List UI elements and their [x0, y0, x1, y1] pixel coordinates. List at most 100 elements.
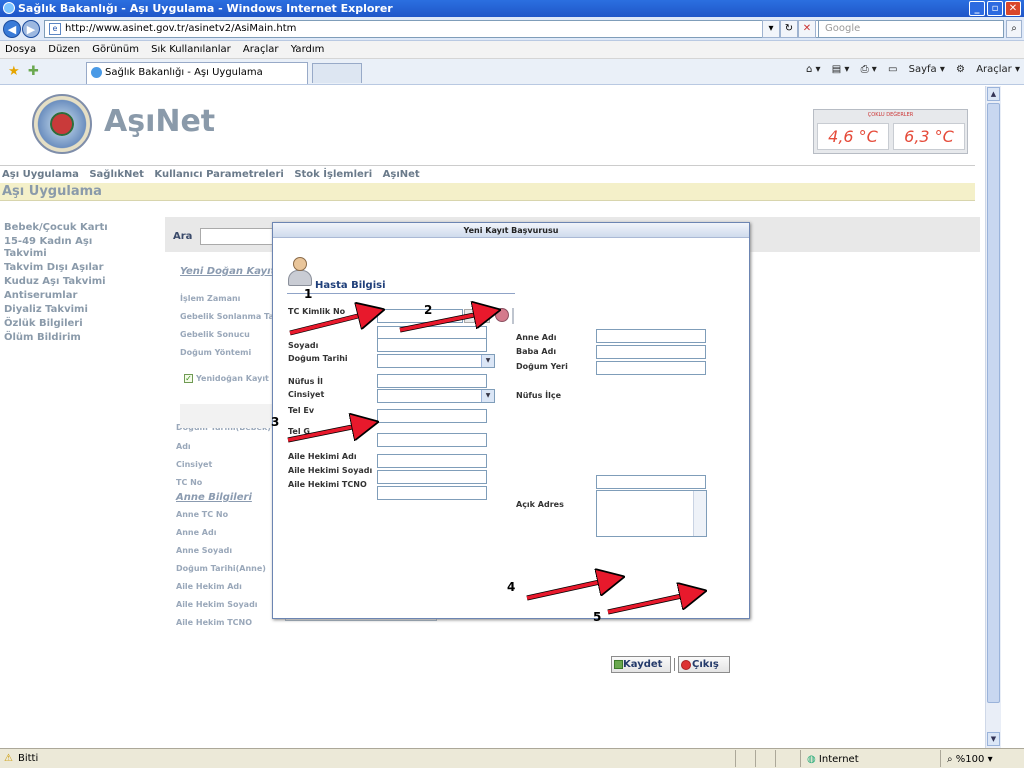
annotation-4: 4 — [507, 580, 516, 594]
warning-icon: ⚠ — [4, 753, 13, 764]
textarea-scrollbar[interactable] — [693, 491, 706, 536]
page-menu[interactable]: ▭ Sayfa ▾ — [888, 64, 945, 75]
acik-adres-textarea[interactable] — [596, 490, 707, 537]
cinsiyet-select[interactable]: ▼ — [377, 389, 495, 403]
address-input[interactable]: e http://www.asinet.gov.tr/asinetv2/AsiM… — [44, 20, 824, 38]
sidebar-item-kuduz[interactable]: Kuduz Aşı Takvimi — [4, 276, 164, 288]
ie-icon — [3, 2, 15, 14]
brand-title: AşıNet — [104, 104, 216, 139]
minimize-button[interactable]: _ — [969, 1, 985, 16]
section-hasta-bilgisi: Hasta Bilgisi — [315, 280, 386, 291]
sidebar-item-antiserum[interactable]: Antiserumlar — [4, 290, 164, 302]
bg-label-anne-adi: Anne Adı — [176, 528, 217, 537]
home-icon[interactable]: ⌂ ▾ — [806, 64, 821, 75]
nav-asi-uygulama[interactable]: Aşı Uygulama — [2, 169, 79, 180]
page-menu-label: Sayfa — [908, 64, 937, 75]
back-button[interactable]: ◀ — [3, 20, 21, 38]
annotation-2: 2 — [424, 303, 433, 317]
chevron-down-icon: ▼ — [481, 390, 494, 402]
anne-adi-input[interactable] — [596, 329, 706, 343]
bg-section-anne: Anne Bilgileri — [176, 492, 252, 503]
new-tab-button[interactable] — [312, 63, 362, 83]
maximize-button[interactable]: ▫ — [987, 1, 1003, 16]
nav-stok-islemleri[interactable]: Stok İşlemleri — [294, 169, 372, 180]
page-scrollbar[interactable]: ▲ ▼ — [985, 86, 1001, 748]
browser-tab[interactable]: Sağlık Bakanlığı - Aşı Uygulama — [86, 62, 308, 84]
label-soyadi: Soyadı — [288, 341, 319, 350]
refresh-button[interactable]: ↻ — [780, 20, 798, 38]
background-band — [180, 404, 280, 428]
menu-edit[interactable]: Düzen — [48, 44, 80, 55]
close-button[interactable]: ✕ — [1005, 1, 1021, 16]
bg-label-anne-tc: Anne TC No — [176, 510, 229, 519]
zoom-control[interactable]: ⌕ %100 ▾ — [940, 750, 1020, 767]
aile-hekimi-tcno-input[interactable] — [377, 486, 487, 500]
bg-label-anne-dogum: Doğum Tarihi(Anne) — [176, 564, 266, 573]
nav-sagliknet[interactable]: SağlıkNet — [89, 169, 144, 180]
dogum-yeri-input[interactable] — [596, 361, 706, 375]
tc-query-button[interactable] — [464, 309, 490, 323]
zoom-icon: ⌕ — [947, 754, 953, 765]
tools-menu[interactable]: ⚙ Araçlar ▾ — [956, 64, 1020, 75]
tc-kimlik-input[interactable] — [377, 309, 463, 323]
label-tel-gsm: Tel G — [288, 427, 310, 436]
search-button[interactable]: ⌕ — [1006, 20, 1022, 38]
zoom-label: %100 — [955, 754, 985, 765]
icon-divider — [512, 308, 514, 324]
scroll-thumb[interactable] — [987, 103, 1000, 703]
bg-label-cinsiyet: Cinsiyet — [176, 460, 213, 469]
bg-label-ah-soyadi: Aile Hekim Soyadı — [176, 600, 258, 609]
thermo-header: ÇOKLU DEĞERLER — [867, 112, 914, 118]
status-bar: ⚠ Bitti ◍ Internet ⌕ %100 ▾ — [0, 748, 1024, 768]
bg-checkbox-row[interactable]: ✓ Yenidoğan Kayıt — [184, 374, 269, 383]
nufus-il-input[interactable] — [377, 374, 487, 388]
stop-button[interactable]: ✕ — [798, 20, 816, 38]
aile-hekimi-soyadi-input[interactable] — [377, 470, 487, 484]
menu-view[interactable]: Görünüm — [92, 44, 139, 55]
security-zone[interactable]: ◍ Internet — [800, 750, 928, 767]
tel-ev-input[interactable] — [377, 409, 487, 423]
nav-asinet[interactable]: AşıNet — [383, 169, 420, 180]
window-edge — [1001, 86, 1024, 748]
checkbox-icon[interactable]: ✓ — [184, 374, 193, 383]
annotation-1: 1 — [304, 287, 313, 301]
favorites-star-icon[interactable]: ★ — [8, 64, 20, 79]
soyadi-input[interactable] — [377, 338, 487, 352]
patient-avatar-icon — [288, 257, 312, 287]
aile-hekimi-adi-input[interactable] — [377, 454, 487, 468]
address-dropdown-button[interactable]: ▾ — [762, 20, 780, 38]
add-favorite-icon[interactable]: ✚ — [28, 64, 39, 79]
menu-help[interactable]: Yardım — [291, 44, 325, 55]
menu-tools[interactable]: Araçlar — [243, 44, 279, 55]
button-divider — [674, 658, 675, 671]
sidebar-item-bebek[interactable]: Bebek/Çocuk Kartı — [4, 222, 164, 234]
nufus-ilce-input[interactable] — [596, 475, 706, 489]
address-toolbar: ◀ ▶ e http://www.asinet.gov.tr/asinetv2/… — [0, 17, 1024, 41]
print-icon[interactable]: ⎙ ▾ — [861, 64, 877, 75]
bg-label-islem: İşlem Zamanı — [180, 294, 241, 303]
forward-button[interactable]: ▶ — [22, 20, 40, 38]
exit-button[interactable]: Çıkış — [678, 656, 730, 673]
nav-kullanici-parametreleri[interactable]: Kullanıcı Parametreleri — [154, 169, 283, 180]
scroll-up-button[interactable]: ▲ — [987, 87, 1000, 101]
bg-check-label: Yenidoğan Kayıt — [196, 374, 269, 383]
feeds-icon[interactable]: ▤ ▾ — [832, 64, 850, 75]
sidebar-item-olum[interactable]: Ölüm Bildirim — [4, 332, 164, 344]
menu-file[interactable]: Dosya — [5, 44, 36, 55]
dogum-tarihi-select[interactable]: ▼ — [377, 354, 495, 368]
bg-label-anne-soyadi: Anne Soyadı — [176, 546, 233, 555]
mernis-query-icon[interactable] — [495, 308, 509, 322]
sidebar-item-ozluk[interactable]: Özlük Bilgileri — [4, 318, 164, 330]
tel-gsm-input[interactable] — [377, 433, 487, 447]
search-input[interactable]: Google — [818, 20, 1004, 38]
baba-adi-input[interactable] — [596, 345, 706, 359]
sidebar-item-kadin-asi[interactable]: 15-49 Kadın Aşı Takvimi — [4, 236, 109, 260]
side-navigation: Bebek/Çocuk Kartı 15-49 Kadın Aşı Takvim… — [4, 222, 164, 346]
sidebar-item-diyaliz[interactable]: Diyaliz Takvimi — [4, 304, 164, 316]
save-button[interactable]: Kaydet — [611, 656, 671, 673]
status-text: Bitti — [18, 753, 39, 764]
menu-favorites[interactable]: Sık Kullanılanlar — [151, 44, 231, 55]
scroll-down-button[interactable]: ▼ — [987, 732, 1000, 746]
label-dogum-yeri: Doğum Yeri — [516, 362, 568, 371]
sidebar-item-takvim-disi[interactable]: Takvim Dışı Aşılar — [4, 262, 164, 274]
